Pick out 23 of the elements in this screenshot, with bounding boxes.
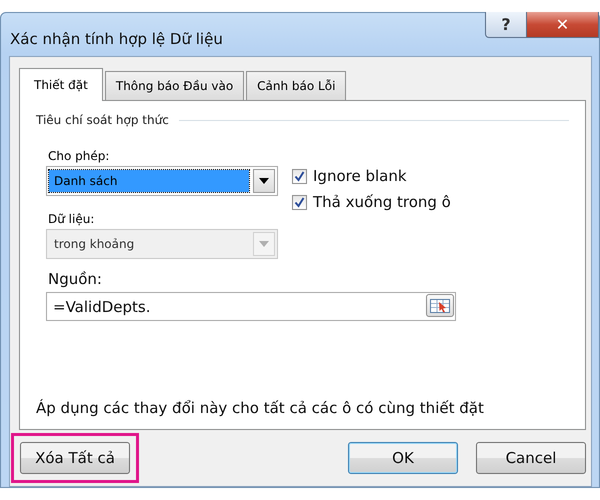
source-field[interactable]: =ValidDepts. — [46, 292, 456, 321]
dropdown[interactable]: Danh sách — [46, 166, 278, 196]
tab[interactable]: Thiết đặt — [19, 68, 103, 101]
checkbox-label: Ignore blank — [313, 167, 407, 185]
cancel-button[interactable]: Cancel — [476, 442, 586, 474]
window-title: Xác nhận tính hợp lệ Dữ liệu — [10, 30, 223, 48]
checkbox[interactable] — [292, 168, 307, 184]
field-label: Dữ liệu: — [48, 212, 94, 226]
dropdown-arrow-icon — [259, 178, 269, 184]
apply-all-text: Áp dụng các thay đổi này cho tất cả các ô có cùng thiết đặt — [36, 399, 484, 417]
clear-all-button[interactable]: Xóa Tất cả — [20, 442, 130, 474]
group-title: Tiêu chí soát hợp thức — [36, 113, 169, 127]
checkbox[interactable] — [292, 194, 307, 210]
dropdown-arrow-icon — [259, 241, 269, 247]
close-button[interactable]: ✕ — [527, 12, 599, 38]
checkbox-label: Thả xuống trong ô — [313, 193, 451, 211]
tab[interactable]: Cảnh báo Lỗi — [246, 71, 346, 100]
tab[interactable]: Thông báo Đầu vào — [104, 71, 244, 100]
field-label: Nguồn: — [48, 270, 102, 288]
ok-button[interactable]: OK — [348, 442, 458, 474]
range-select-icon[interactable] — [430, 298, 450, 312]
field-label: Cho phép: — [48, 149, 110, 163]
help-button[interactable]: ? — [485, 12, 527, 38]
